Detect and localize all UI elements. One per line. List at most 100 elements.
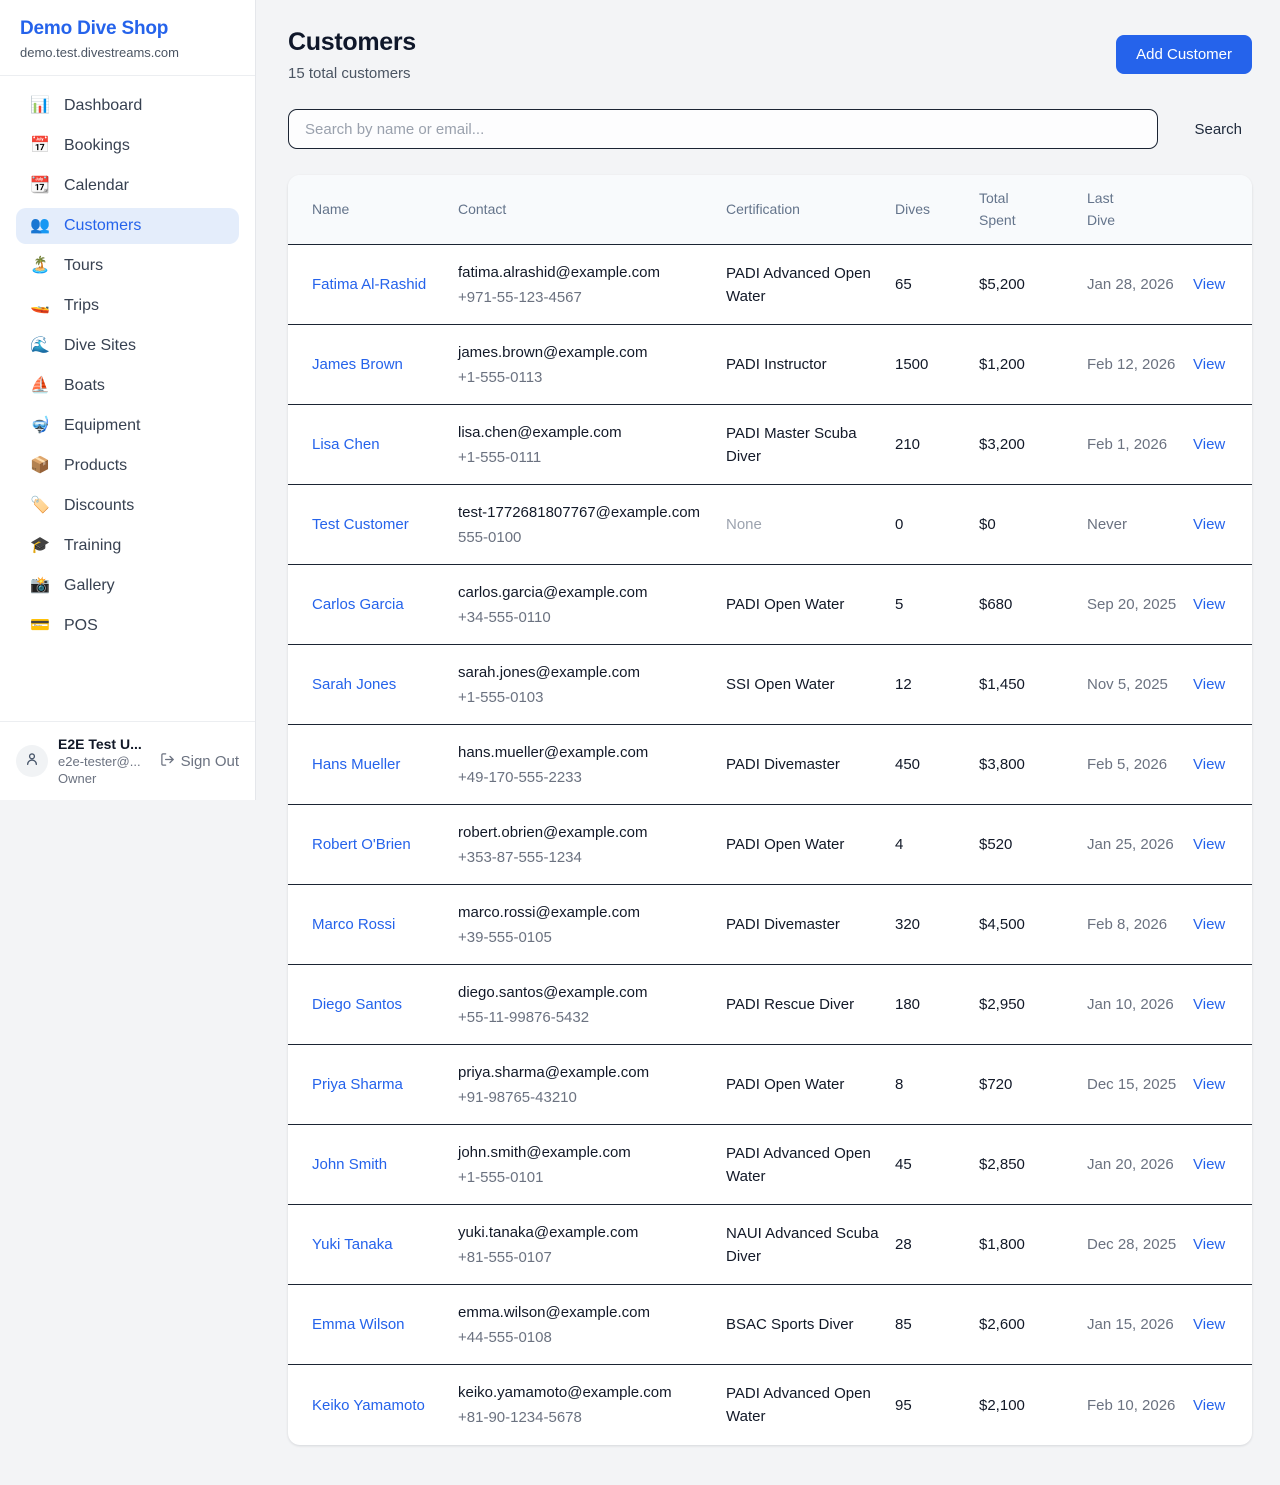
customer-phone: +44-555-0108 bbox=[458, 1326, 714, 1349]
contact-cell: hans.mueller@example.com+49-170-555-2233 bbox=[458, 726, 726, 805]
sidebar-user-section: E2E Test U... e2e-tester@... Owner Sign … bbox=[0, 721, 255, 800]
certification-cell: PADI Open Water bbox=[726, 1058, 895, 1111]
view-link[interactable]: View bbox=[1193, 658, 1237, 711]
calendar-icon: 📆 bbox=[29, 178, 51, 194]
sidebar-item-discounts[interactable]: 🏷️Discounts bbox=[16, 488, 239, 524]
last-dive-cell: Never bbox=[1087, 498, 1193, 551]
customer-name-link[interactable]: Priya Sharma bbox=[312, 1058, 458, 1111]
customer-name-link[interactable]: Yuki Tanaka bbox=[312, 1218, 458, 1271]
view-link[interactable]: View bbox=[1193, 338, 1237, 391]
contact-cell: lisa.chen@example.com+1-555-0111 bbox=[458, 406, 726, 485]
sidebar-item-boats[interactable]: ⛵Boats bbox=[16, 368, 239, 404]
customer-phone: +1-555-0111 bbox=[458, 446, 714, 469]
customer-name-link[interactable]: John Smith bbox=[312, 1138, 458, 1191]
user-role: Owner bbox=[58, 771, 150, 786]
column-header-label: Name bbox=[312, 199, 349, 221]
shop-name[interactable]: Demo Dive Shop bbox=[20, 18, 235, 40]
sidebar-item-products[interactable]: 📦Products bbox=[16, 448, 239, 484]
sidebar-item-dashboard[interactable]: 📊 Dashboard bbox=[16, 88, 239, 124]
customer-name-link[interactable]: Sarah Jones bbox=[312, 658, 458, 711]
column-header-dives: Dives bbox=[895, 175, 979, 244]
view-link[interactable]: View bbox=[1193, 818, 1237, 871]
dives-cell: 320 bbox=[895, 898, 979, 951]
add-customer-button[interactable]: Add Customer bbox=[1116, 35, 1252, 74]
customer-name-link[interactable]: Robert O'Brien bbox=[312, 818, 458, 871]
view-link[interactable]: View bbox=[1193, 1218, 1237, 1271]
sidebar-item-label: Bookings bbox=[64, 137, 130, 155]
sidebar-item-label: Dashboard bbox=[64, 97, 142, 115]
contact-cell: sarah.jones@example.com+1-555-0103 bbox=[458, 646, 726, 725]
customer-phone: +81-555-0107 bbox=[458, 1246, 714, 1269]
sidebar-item-label: Calendar bbox=[64, 177, 129, 195]
view-link[interactable]: View bbox=[1193, 738, 1237, 791]
customer-email: sarah.jones@example.com bbox=[458, 661, 714, 684]
total-spent-cell: $1,200 bbox=[979, 338, 1087, 391]
sidebar-item-training[interactable]: 🎓Training bbox=[16, 528, 239, 564]
view-link[interactable]: View bbox=[1193, 498, 1237, 551]
customer-name-link[interactable]: Keiko Yamamoto bbox=[312, 1379, 458, 1432]
dashboard-icon: 📊 bbox=[29, 98, 51, 114]
customer-email: john.smith@example.com bbox=[458, 1141, 714, 1164]
column-header-name: Name bbox=[312, 175, 458, 244]
dives-cell: 65 bbox=[895, 258, 979, 311]
customer-name-link[interactable]: Test Customer bbox=[312, 498, 458, 551]
user-info: E2E Test U... e2e-tester@... Owner bbox=[58, 736, 150, 786]
customer-name-link[interactable]: James Brown bbox=[312, 338, 458, 391]
customer-email: diego.santos@example.com bbox=[458, 981, 714, 1004]
view-link[interactable]: View bbox=[1193, 1298, 1237, 1351]
search-button[interactable]: Search bbox=[1184, 113, 1252, 146]
customer-email: hans.mueller@example.com bbox=[458, 741, 714, 764]
customers-icon: 👥 bbox=[29, 218, 51, 234]
sign-out-icon bbox=[160, 752, 175, 771]
view-link[interactable]: View bbox=[1193, 1379, 1237, 1432]
view-link[interactable]: View bbox=[1193, 1138, 1237, 1191]
view-link[interactable]: View bbox=[1193, 898, 1237, 951]
contact-cell: james.brown@example.com+1-555-0113 bbox=[458, 326, 726, 405]
sidebar-item-equipment[interactable]: 🤿Equipment bbox=[16, 408, 239, 444]
table-body: Fatima Al-Rashidfatima.alrashid@example.… bbox=[288, 245, 1252, 1445]
customer-name-link[interactable]: Fatima Al-Rashid bbox=[312, 258, 458, 311]
sidebar-item-label: Training bbox=[64, 537, 121, 555]
sidebar-item-pos[interactable]: 💳POS bbox=[16, 608, 239, 644]
sidebar-item-label: Products bbox=[64, 457, 127, 475]
customer-name-link[interactable]: Hans Mueller bbox=[312, 738, 458, 791]
dives-cell: 1500 bbox=[895, 338, 979, 391]
customer-email: carlos.garcia@example.com bbox=[458, 581, 714, 604]
customer-name-link[interactable]: Carlos Garcia bbox=[312, 578, 458, 631]
customer-name-link[interactable]: Lisa Chen bbox=[312, 418, 458, 471]
customer-name-link[interactable]: Emma Wilson bbox=[312, 1298, 458, 1351]
sidebar-item-label: Trips bbox=[64, 297, 99, 315]
customer-name-link[interactable]: Marco Rossi bbox=[312, 898, 458, 951]
column-header-label: Dives bbox=[895, 199, 930, 221]
sidebar-item-calendar[interactable]: 📆 Calendar bbox=[16, 168, 239, 204]
sign-out-button[interactable]: Sign Out bbox=[160, 752, 239, 771]
total-spent-cell: $3,200 bbox=[979, 418, 1087, 471]
total-spent-cell: $1,450 bbox=[979, 658, 1087, 711]
last-dive-cell: Feb 1, 2026 bbox=[1087, 418, 1193, 471]
sidebar-item-customers[interactable]: 👥Customers bbox=[16, 208, 239, 244]
customer-name-link[interactable]: Diego Santos bbox=[312, 978, 458, 1031]
sidebar-item-gallery[interactable]: 📸Gallery bbox=[16, 568, 239, 604]
search-input[interactable] bbox=[288, 109, 1158, 149]
view-link[interactable]: View bbox=[1193, 578, 1237, 631]
certification-cell: PADI Open Water bbox=[726, 818, 895, 871]
sidebar-item-dive-sites[interactable]: 🌊Dive Sites bbox=[16, 328, 239, 364]
customers-table: NameContactCertificationDivesTotal Spent… bbox=[288, 175, 1252, 1445]
dives-cell: 450 bbox=[895, 738, 979, 791]
view-link[interactable]: View bbox=[1193, 418, 1237, 471]
customer-phone: +91-98765-43210 bbox=[458, 1086, 714, 1109]
sidebar-item-bookings[interactable]: 📅 Bookings bbox=[16, 128, 239, 164]
column-header-label: Contact bbox=[458, 199, 506, 221]
table-row: Hans Muellerhans.mueller@example.com+49-… bbox=[288, 725, 1252, 805]
sidebar-item-tours[interactable]: 🏝️Tours bbox=[16, 248, 239, 284]
view-link[interactable]: View bbox=[1193, 978, 1237, 1031]
last-dive-cell: Jan 25, 2026 bbox=[1087, 818, 1193, 871]
contact-cell: test-1772681807767@example.com555-0100 bbox=[458, 486, 726, 565]
view-link[interactable]: View bbox=[1193, 1058, 1237, 1111]
bookings-icon: 📅 bbox=[29, 138, 51, 154]
customer-email: test-1772681807767@example.com bbox=[458, 501, 714, 524]
sidebar-item-trips[interactable]: 🚤Trips bbox=[16, 288, 239, 324]
certification-cell: PADI Advanced Open Water bbox=[726, 247, 895, 324]
view-link[interactable]: View bbox=[1193, 258, 1237, 311]
contact-cell: keiko.yamamoto@example.com+81-90-1234-56… bbox=[458, 1366, 726, 1445]
